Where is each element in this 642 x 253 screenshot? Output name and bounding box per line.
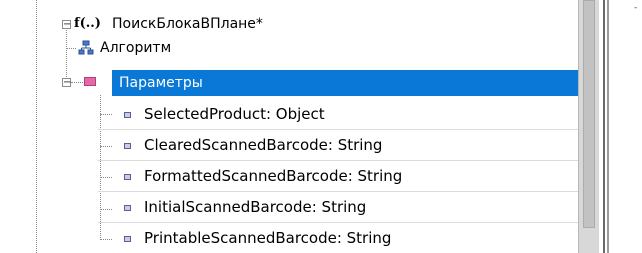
tree-node-root[interactable]: f(..) ПоискБлокаВПлане* xyxy=(74,12,374,36)
param-row-selected-product[interactable]: SelectedProduct: Object xyxy=(98,100,578,130)
parameter-icon xyxy=(124,236,131,242)
tree-node-parameters[interactable]: Параметры xyxy=(112,70,580,96)
param-label: PrintableScannedBarcode: String xyxy=(144,229,392,247)
param-row-printable-scanned-barcode[interactable]: PrintableScannedBarcode: String xyxy=(98,224,578,253)
param-label: SelectedProduct: Object xyxy=(144,105,325,123)
tree-line xyxy=(66,48,76,49)
root-node-label: ПоискБлокаВПлане* xyxy=(112,16,263,32)
algorithm-label: Алгоритм xyxy=(100,40,172,56)
param-label: FormattedScannedBarcode: String xyxy=(144,167,403,185)
parameter-icon xyxy=(124,112,131,118)
param-row-formatted-scanned-barcode[interactable]: FormattedScannedBarcode: String xyxy=(98,162,578,192)
collapse-root-expander[interactable]: − xyxy=(62,20,71,30)
tree-node-algorithm[interactable]: Алгоритм xyxy=(78,36,278,60)
panel-divider xyxy=(607,0,609,253)
param-row-initial-scanned-barcode[interactable]: InitialScannedBarcode: String xyxy=(98,193,578,223)
scrollbar-thumb[interactable] xyxy=(583,0,595,228)
param-label: ClearedScannedBarcode: String xyxy=(144,136,383,154)
parameters-folder-icon xyxy=(84,77,96,86)
param-row-cleared-scanned-barcode[interactable]: ClearedScannedBarcode: String xyxy=(98,131,578,161)
edge-mark: - xyxy=(634,3,638,13)
param-label: InitialScannedBarcode: String xyxy=(144,198,367,216)
panel-divider xyxy=(603,0,605,253)
parameter-icon xyxy=(124,143,131,149)
tree-line xyxy=(36,0,37,253)
algorithm-hierarchy-icon xyxy=(78,40,94,56)
tree-panel: − f(..) ПоискБлокаВПлане* Алгоритм − Пар… xyxy=(0,0,580,253)
parameter-icon xyxy=(124,174,131,180)
tree-line xyxy=(71,82,83,83)
parameters-label: Параметры xyxy=(119,75,203,91)
collapse-parameters-expander[interactable]: − xyxy=(62,78,71,88)
function-icon: f(..) xyxy=(74,16,101,31)
parameter-icon xyxy=(124,205,131,211)
